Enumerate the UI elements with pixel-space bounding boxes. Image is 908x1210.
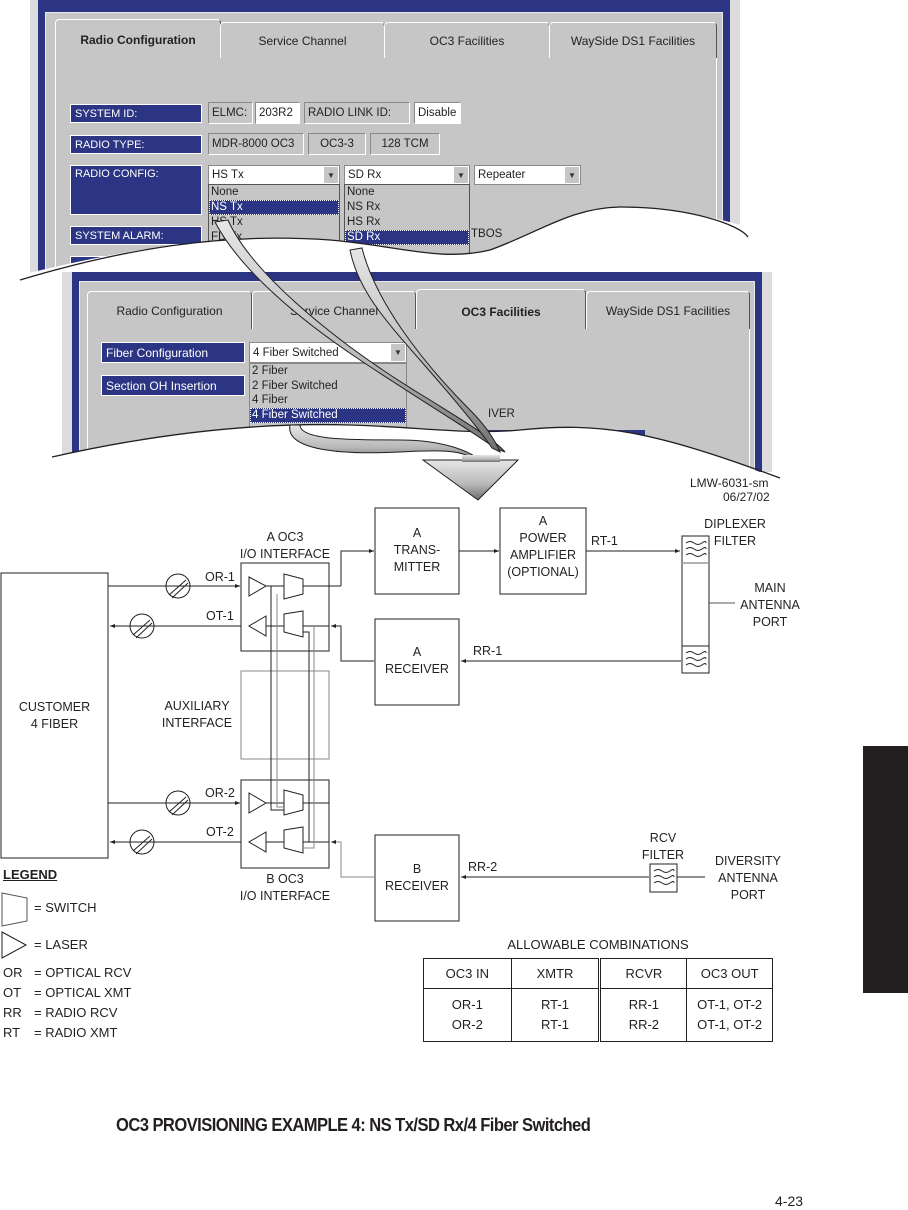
legend-laser-icon <box>1 931 28 959</box>
combinations-table: OC3 IN XMTR RCVR OC3 OUT OR-1 OR-2 RT-1 … <box>423 958 773 1042</box>
table-row: OR-1 OR-2 RT-1 RT-1 RR-1 RR-2 OT-1, OT-2… <box>423 988 773 1042</box>
a-oc3-box <box>240 562 330 652</box>
legend-abbr: RR <box>3 1005 22 1020</box>
combinations-header-row: OC3 IN XMTR RCVR OC3 OUT <box>423 958 773 989</box>
a-receiver-label: A RECEIVER <box>385 645 449 676</box>
cell-oc3-out: OT-1, OT-2 OT-1, OT-2 <box>686 988 773 1042</box>
signal-ot1: OT-1 <box>206 609 234 623</box>
aux-label: AUXILIARY INTERFACE <box>161 699 233 730</box>
legend-switch-icon <box>1 892 28 927</box>
legend-title: LEGEND <box>3 867 58 882</box>
a-transmitter-label: A TRANS- MITTER <box>393 526 441 574</box>
a-oc3-label: A OC3 I/O INTERFACE <box>239 530 331 561</box>
signal-rt1: RT-1 <box>591 534 618 548</box>
signal-rr1: RR-1 <box>473 644 503 658</box>
header-oc3-out: OC3 OUT <box>686 958 773 989</box>
diversity-antenna-label: DIVERSITY ANTENNA PORT <box>715 854 781 902</box>
rcv-filter-label: RCV FILTER <box>641 831 685 862</box>
legend-abbr: OR <box>3 965 23 980</box>
legend-abbr: RT <box>3 1025 21 1040</box>
legend-desc: = OPTICAL XMT <box>34 985 132 1000</box>
header-oc3-in: OC3 IN <box>423 958 512 989</box>
main-antenna-label: MAIN ANTENNA PORT <box>740 581 800 629</box>
section-thumb-tab <box>863 746 908 993</box>
signal-or1: OR-1 <box>205 570 235 584</box>
diplexer-label: DIPLEXER FILTER <box>704 517 766 548</box>
signal-ot2: OT-2 <box>206 825 234 839</box>
header-xmtr: XMTR <box>510 958 602 989</box>
legend-laser: = LASER <box>34 937 88 952</box>
page-number: 4-23 <box>775 1193 804 1209</box>
cell-xmtr: RT-1 RT-1 <box>510 988 602 1042</box>
legend-switch: = SWITCH <box>34 900 97 915</box>
header-rcvr: RCVR <box>599 958 688 989</box>
legend-abbr: OT <box>3 985 22 1000</box>
b-oc3-box <box>240 779 330 869</box>
aux-box <box>240 670 330 760</box>
legend-desc: = RADIO RCV <box>34 1005 118 1020</box>
legend-desc: = RADIO XMT <box>34 1025 118 1040</box>
figure-caption: OC3 PROVISIONING EXAMPLE 4: NS Tx/SD Rx/… <box>116 1115 591 1135</box>
b-oc3-label: B OC3 I/O INTERFACE <box>239 872 331 903</box>
legend-desc: = OPTICAL RCV <box>34 965 132 980</box>
customer-label: CUSTOMER 4 FIBER <box>18 700 91 731</box>
cell-oc3-in: OR-1 OR-2 <box>423 988 512 1042</box>
b-receiver-label: B RECEIVER <box>385 862 449 893</box>
cell-rcvr: RR-1 RR-2 <box>599 988 688 1042</box>
signal-or2: OR-2 <box>205 786 235 800</box>
signal-rr2: RR-2 <box>468 860 498 874</box>
combinations-title: ALLOWABLE COMBINATIONS <box>507 937 689 952</box>
a-power-amp-label: A POWER AMPLIFIER (OPTIONAL) <box>507 514 579 579</box>
